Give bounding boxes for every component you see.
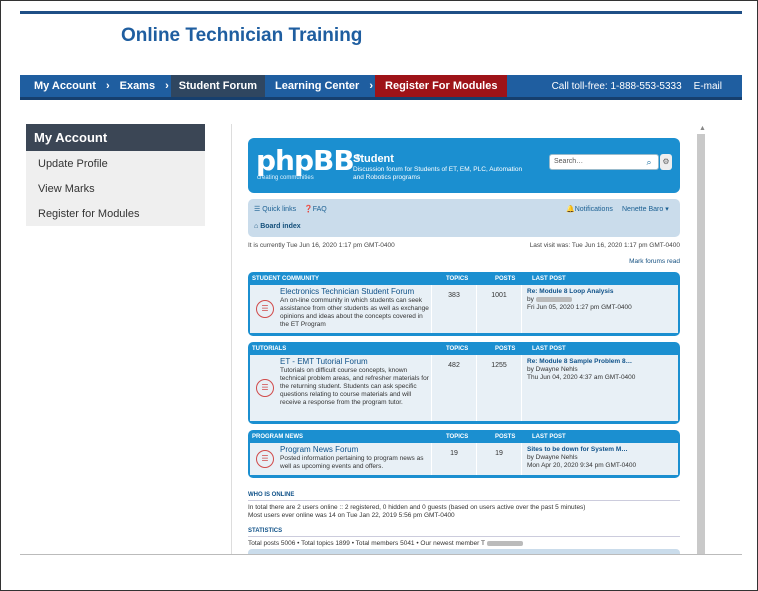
col-posts: POSTS xyxy=(495,434,516,440)
posts-count: 1255 xyxy=(477,355,522,421)
forum-description: Posted information pertaining to program… xyxy=(280,455,424,470)
col-posts: POSTS xyxy=(495,276,516,282)
nav-chevron-icon: › xyxy=(165,80,169,92)
mark-forums-read-link[interactable]: Mark forums read xyxy=(629,258,680,265)
last-post-author: by Dwayne Nehls xyxy=(527,454,578,461)
nav-exams[interactable]: Exams xyxy=(112,75,163,97)
current-time: It is currently Tue Jun 16, 2020 1:17 pm… xyxy=(248,242,395,249)
topics-count: 482 xyxy=(432,355,477,421)
last-post-link[interactable]: Sites to be down for System M… xyxy=(527,446,678,454)
last-post-date: Fri Jun 05, 2020 1:27 pm GMT-0400 xyxy=(527,304,632,311)
topics-count: 383 xyxy=(432,285,477,333)
sidebar-update-profile[interactable]: Update Profile xyxy=(26,151,205,176)
gear-icon[interactable]: ⚙ xyxy=(660,154,672,170)
category-name: STUDENT COMMUNITY xyxy=(252,276,319,282)
last-visit: Last visit was: Tue Jun 16, 2020 1:17 pm… xyxy=(529,242,680,249)
category-block: STUDENT COMMUNITY TOPICS POSTS LAST POST… xyxy=(248,272,680,336)
forum-title: Student xyxy=(353,153,394,165)
col-last-post: LAST POST xyxy=(532,276,566,282)
nav-chevron-icon: › xyxy=(105,80,110,92)
col-topics: TOPICS xyxy=(446,276,469,282)
forum-read-icon: ☰ xyxy=(256,300,274,318)
col-last-post: LAST POST xyxy=(532,434,566,440)
forum-row: ☰ ET - EMT Tutorial Forum Tutorials on d… xyxy=(250,355,678,421)
forum-embed: phpBB® creating communities Student Disc… xyxy=(231,124,707,554)
last-post-author: by Dwayne Nehls xyxy=(527,366,578,373)
statistics-text: Total posts 5006 • Total topics 1899 • T… xyxy=(248,540,680,548)
forum-navbar: ☰ Quick links ❓FAQ 🔔Notifications Nenett… xyxy=(248,199,680,237)
category-name: PROGRAM NEWS xyxy=(252,434,303,440)
phpbb-logo[interactable]: phpBB® xyxy=(256,144,362,177)
statistics-title: STATISTICS xyxy=(248,528,680,537)
account-sidebar: My Account Update Profile View Marks Reg… xyxy=(26,124,205,226)
topics-count: 19 xyxy=(432,443,477,475)
forum-link[interactable]: Electronics Technician Student Forum xyxy=(280,288,431,296)
posts-count: 1001 xyxy=(477,285,522,333)
nav-learning-center[interactable]: Learning Center xyxy=(265,75,367,97)
last-post-date: Mon Apr 20, 2020 9:34 pm GMT-0400 xyxy=(527,462,637,469)
quick-links-menu[interactable]: ☰ Quick links xyxy=(254,205,296,213)
search-placeholder: Search… xyxy=(554,158,584,165)
last-post-link[interactable]: Re: Module 8 Sample Problem 8… xyxy=(527,358,678,366)
forum-description: Tutorials on difficult course concepts, … xyxy=(280,367,429,406)
last-post-link[interactable]: Re: Module 8 Loop Analysis xyxy=(527,288,678,296)
nav-student-forum[interactable]: Student Forum xyxy=(170,75,265,97)
sidebar-view-marks[interactable]: View Marks xyxy=(26,176,205,201)
forum-description: An on-line community in which students c… xyxy=(280,297,429,328)
forum-read-icon: ☰ xyxy=(256,379,274,397)
nav-phone: Call toll-free: 1-888-553-5333 xyxy=(551,80,682,92)
main-nav: My Account › Exams › Student Forum Learn… xyxy=(20,75,742,100)
col-posts: POSTS xyxy=(495,346,516,352)
scrollbar-thumb[interactable] xyxy=(697,134,705,554)
posts-count: 19 xyxy=(477,443,522,475)
who-online-title: WHO IS ONLINE xyxy=(248,492,680,501)
forum-header: phpBB® creating communities Student Disc… xyxy=(248,138,680,193)
forum-link[interactable]: Program News Forum xyxy=(280,446,431,454)
menu-icon: ☰ xyxy=(254,206,263,213)
category-name: TUTORIALS xyxy=(252,346,287,352)
board-index-link[interactable]: ⌂ Board index xyxy=(254,223,301,230)
top-rule xyxy=(20,11,742,14)
forum-row: ☰ Program News Forum Posted information … xyxy=(250,443,678,475)
sidebar-register-modules[interactable]: Register for Modules xyxy=(26,201,205,226)
col-topics: TOPICS xyxy=(446,346,469,352)
notifications-link[interactable]: 🔔Notifications xyxy=(566,205,613,213)
nav-chevron-icon: › xyxy=(369,80,374,92)
who-online-text: In total there are 2 users online :: 2 r… xyxy=(248,504,586,519)
forum-row: ☰ Electronics Technician Student Forum A… xyxy=(250,285,678,333)
question-icon: ❓ xyxy=(304,206,313,213)
forum-meta: It is currently Tue Jun 16, 2020 1:17 pm… xyxy=(248,242,680,265)
forum-description: Discussion forum for Students of ET, EM,… xyxy=(353,166,523,181)
sidebar-heading: My Account xyxy=(26,124,205,151)
footer-rule xyxy=(20,554,742,555)
last-post-date: Thu Jun 04, 2020 4:37 am GMT-0400 xyxy=(527,374,636,381)
bell-icon: 🔔 xyxy=(566,206,575,213)
forum-link[interactable]: ET - EMT Tutorial Forum xyxy=(280,358,431,366)
col-topics: TOPICS xyxy=(446,434,469,440)
redacted-member xyxy=(486,540,523,546)
forum-read-icon: ☰ xyxy=(256,450,274,468)
redacted-author xyxy=(535,296,572,302)
phpbb-logo-tagline: creating communities xyxy=(257,175,314,181)
faq-link[interactable]: ❓FAQ xyxy=(304,205,327,213)
nav-my-account[interactable]: My Account xyxy=(20,75,104,97)
site-title: Online Technician Training xyxy=(121,25,363,46)
scroll-up-icon[interactable]: ▲ xyxy=(699,125,706,132)
search-icon[interactable]: ⌕ xyxy=(643,155,655,169)
user-menu[interactable]: Nenette Baro ▾ xyxy=(622,205,669,213)
nav-register-modules[interactable]: Register For Modules xyxy=(375,75,508,97)
nav-email-link[interactable]: E-mail xyxy=(694,81,742,92)
col-last-post: LAST POST xyxy=(532,346,566,352)
forum-search-input[interactable]: Search… ⌕ xyxy=(549,154,659,170)
category-block: TUTORIALS TOPICS POSTS LAST POST ☰ ET - … xyxy=(248,342,680,424)
category-block: PROGRAM NEWS TOPICS POSTS LAST POST ☰ Pr… xyxy=(248,430,680,478)
last-post-author: by xyxy=(527,296,534,303)
